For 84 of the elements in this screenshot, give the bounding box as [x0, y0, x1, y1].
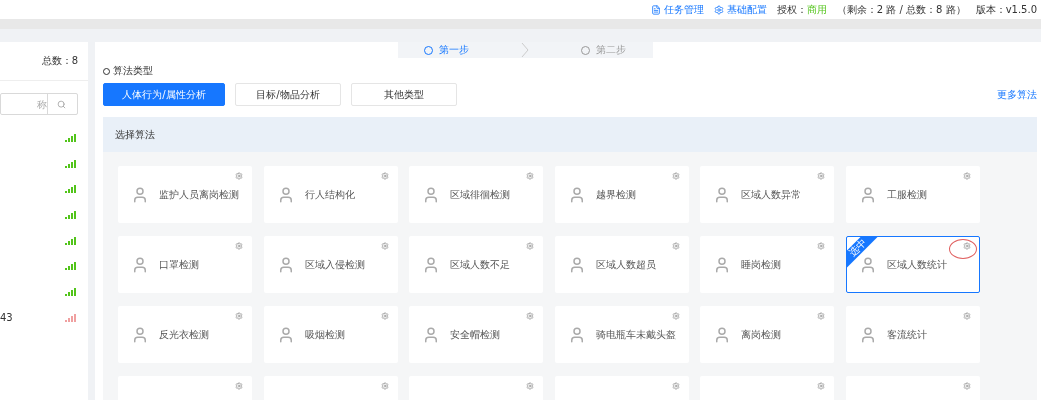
settings-icon[interactable]: [526, 172, 535, 180]
person-icon: [131, 185, 149, 204]
card-label: 反光衣检测: [159, 327, 209, 342]
algorithm-card[interactable]: 口罩检测: [118, 236, 252, 293]
settings-icon[interactable]: [235, 312, 243, 320]
more-link[interactable]: 更多算法: [997, 87, 1037, 102]
settings-icon[interactable]: [235, 382, 243, 390]
settings-icon: [713, 4, 724, 15]
settings-icon[interactable]: [380, 382, 389, 390]
card-label: 客流统计: [886, 327, 927, 342]
algorithm-card[interactable]: 区域人数异常: [700, 166, 835, 223]
section-title: 算法类型: [113, 64, 153, 78]
category-tab[interactable]: 其他类型: [351, 83, 457, 106]
settings-icon[interactable]: [671, 242, 680, 250]
settings-icon[interactable]: [817, 382, 826, 390]
document-icon: [650, 4, 661, 15]
algorithm-card[interactable]: 客流统计: [845, 306, 980, 363]
card-label: 区域入侵检测: [304, 257, 365, 272]
card-label: 工服检测: [886, 187, 927, 202]
algorithm-card[interactable]: 工服检测: [845, 166, 980, 223]
algorithm-card[interactable]: 越界检测: [554, 166, 689, 223]
algorithm-card[interactable]: 骑电瓶车未戴头盔: [554, 306, 689, 363]
settings-icon[interactable]: [962, 312, 971, 320]
settings-icon[interactable]: [526, 242, 535, 250]
chevron-icon: [521, 42, 529, 58]
algorithm-card[interactable]: 睡岗检测: [700, 236, 835, 293]
card-label: 骑电瓶车未戴头盔: [595, 327, 676, 342]
device-text: 43: [0, 312, 13, 324]
settings-icon[interactable]: [235, 172, 243, 180]
search-input[interactable]: 称: [1, 98, 47, 110]
card-label: 行人结构化: [304, 187, 355, 202]
search-icon[interactable]: [56, 99, 66, 109]
settings-icon[interactable]: [380, 172, 389, 180]
algorithm-card[interactable]: 区域人数不足: [409, 236, 544, 293]
settings-icon[interactable]: [671, 312, 680, 320]
settings-icon[interactable]: [380, 242, 389, 250]
settings-icon[interactable]: [235, 242, 243, 250]
step-item: 第一步: [423, 43, 469, 57]
card-label: 区域人数不足: [450, 257, 511, 272]
card-label: 区域人数统计: [886, 257, 947, 272]
algorithm-card[interactable]: 吸烟检测: [263, 306, 398, 363]
settings-icon[interactable]: [380, 312, 389, 320]
license-label: 授权：: [776, 2, 807, 17]
algorithm-card[interactable]: 安全帽检测: [409, 306, 544, 363]
settings-icon[interactable]: [671, 172, 680, 180]
settings-icon[interactable]: [671, 382, 680, 390]
card-label: 区域徘徊检测: [450, 187, 511, 202]
card-label: 吸烟检测: [304, 327, 345, 342]
card-label: 越界检测: [595, 187, 636, 202]
settings-icon[interactable]: [962, 172, 971, 180]
card-label: 口罩检测: [159, 257, 199, 272]
license-value: 商用: [806, 2, 827, 17]
algorithm-card[interactable]: 行人结构化: [263, 166, 398, 223]
search-field[interactable]: 称: [0, 93, 78, 115]
algorithm-card[interactable]: 监护人员离岗检测: [118, 166, 252, 223]
settings-icon[interactable]: [817, 242, 826, 250]
category-tab[interactable]: 目标/物品分析: [235, 83, 341, 106]
card-label: 离岗检测: [741, 327, 782, 342]
card-label: 区域人数超员: [595, 257, 656, 272]
settings-icon[interactable]: [526, 312, 535, 320]
person-icon: [131, 325, 149, 344]
card-label: 睡岗检测: [741, 257, 782, 272]
header-link[interactable]: 任务管理: [650, 2, 704, 17]
algorithm-card[interactable]: 区域入侵检测: [263, 236, 398, 293]
algorithm-card[interactable]: 离岗检测: [700, 306, 835, 363]
card-label: 安全帽检测: [450, 327, 501, 342]
settings-icon[interactable]: [817, 172, 826, 180]
algorithm-card[interactable]: 区域人数超员: [554, 236, 689, 293]
person-icon: [131, 255, 149, 274]
settings-icon[interactable]: [817, 312, 826, 320]
settings-icon[interactable]: [962, 242, 971, 250]
license-detail: （剩余：2 路 / 总数：8 路）: [836, 2, 966, 17]
total-count: 总数：8: [41, 54, 78, 68]
card-label: 监护人员离岗检测: [159, 187, 239, 202]
settings-icon[interactable]: [962, 382, 971, 390]
algorithm-card[interactable]: 选中 区域人数统计: [845, 236, 980, 293]
algorithm-card[interactable]: 区域徘徊检测: [409, 166, 544, 223]
settings-icon[interactable]: [526, 382, 535, 390]
panel-title: 选择算法: [115, 127, 155, 142]
version-text: 版本：v1.5.0: [975, 2, 1037, 17]
algorithm-card[interactable]: 反光衣检测: [118, 306, 252, 363]
card-label: 区域人数异常: [741, 187, 802, 202]
header-link[interactable]: 基础配置: [713, 2, 767, 17]
category-tab[interactable]: 人体行为/属性分析: [103, 83, 225, 106]
